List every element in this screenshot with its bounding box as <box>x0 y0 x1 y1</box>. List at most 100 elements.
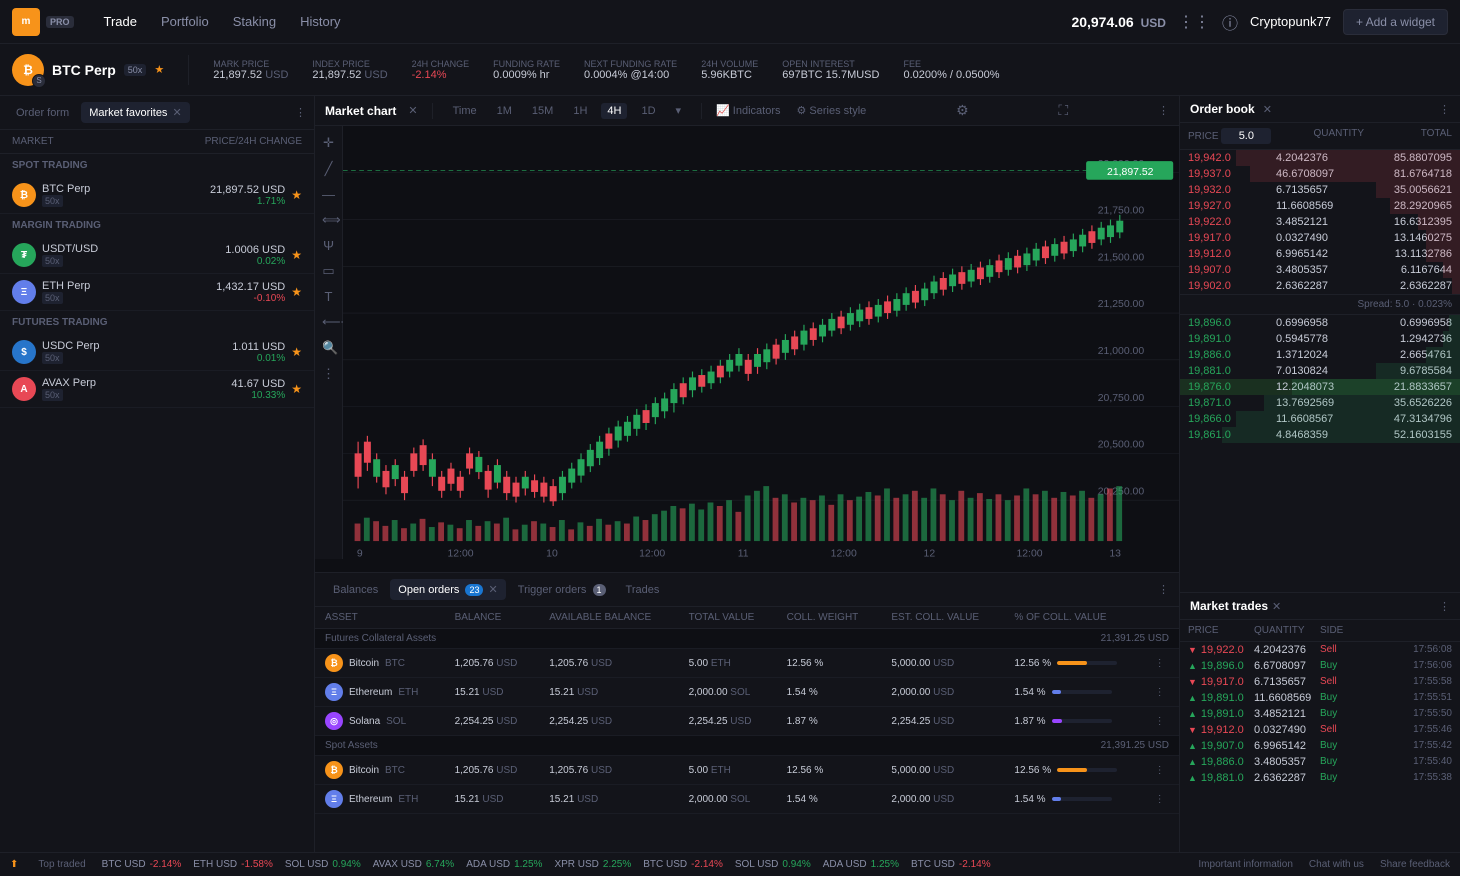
tab-open-orders[interactable]: Open orders 23 ✕ <box>390 579 506 600</box>
grid-icon[interactable]: ⋮⋮ <box>1178 12 1210 32</box>
market-trade-row[interactable]: ▲ 19,891.0 3.4852121 Buy 17:55:50 <box>1180 706 1460 722</box>
buy-order-row[interactable]: 19,896.0 0.6996958 0.6996958 <box>1180 315 1460 331</box>
star-icon[interactable]: ★ <box>291 382 302 396</box>
nav-staking[interactable]: Staking <box>223 10 286 33</box>
tab-market-favorites[interactable]: Market favorites ✕ <box>81 102 190 123</box>
chat-link[interactable]: Chat with us <box>1309 859 1364 870</box>
add-widget-button[interactable]: + Add a widget <box>1343 9 1448 35</box>
market-trade-row[interactable]: ▲ 19,881.0 2.6362287 Buy 17:55:38 <box>1180 770 1460 786</box>
zoom-tool[interactable]: 🔍 <box>319 337 338 359</box>
ticker-item[interactable]: XPR USD2.25% <box>554 859 631 870</box>
star-icon[interactable]: ★ <box>291 248 302 262</box>
time-btn-dropdown[interactable]: ▾ <box>670 102 688 119</box>
row-menu-cell[interactable]: ⋮ <box>1145 649 1179 678</box>
market-trade-row[interactable]: ▲ 19,896.0 6.6708097 Buy 17:56:06 <box>1180 658 1460 674</box>
time-btn-1m[interactable]: 1M <box>491 103 518 119</box>
sell-order-row[interactable]: 19,932.0 6.7135657 35.0056621 <box>1180 182 1460 198</box>
market-trades-close-icon[interactable]: ✕ <box>1272 600 1281 613</box>
ticker-item[interactable]: ADA USD1.25% <box>466 859 542 870</box>
logo[interactable]: m PRO <box>12 8 74 36</box>
list-item[interactable]: $ USDC Perp 50x 1.011 USD 0.01% ★ <box>0 334 314 371</box>
sell-order-row[interactable]: 19,912.0 6.9965142 13.1132786 <box>1180 246 1460 262</box>
rect-tool[interactable]: ▭ <box>319 260 338 282</box>
ticker-item[interactable]: ETH USD-1.58% <box>193 859 273 870</box>
chart-close-icon[interactable]: ✕ <box>408 104 417 117</box>
market-trade-row[interactable]: ▲ 19,891.0 11.6608569 Buy 17:55:51 <box>1180 690 1460 706</box>
ticker-item[interactable]: ADA USD1.25% <box>823 859 899 870</box>
tab-order-form[interactable]: Order form <box>8 103 77 123</box>
market-trades-menu-icon[interactable]: ⋮ <box>1439 600 1450 613</box>
table-row[interactable]: Ξ Ethereum ETH 15.21 USD 15.21 USD 2,000… <box>315 785 1179 814</box>
time-btn-4h[interactable]: 4H <box>601 103 627 119</box>
orderbook-close-icon[interactable]: ✕ <box>1263 103 1272 116</box>
ticker-item[interactable]: AVAX USD6.74% <box>373 859 454 870</box>
table-row[interactable]: ₿ Bitcoin BTC 1,205.76 USD 1,205.76 USD … <box>315 756 1179 785</box>
star-icon[interactable]: ★ <box>291 285 302 299</box>
market-trade-row[interactable]: ▼ 19,922.0 4.2042376 Sell 17:56:08 <box>1180 642 1460 658</box>
buy-order-row[interactable]: 19,861.0 4.8468359 52.1603155 <box>1180 427 1460 443</box>
buy-order-row[interactable]: 19,866.0 11.6608567 47.3134796 <box>1180 411 1460 427</box>
star-icon[interactable]: ★ <box>291 188 302 202</box>
chart-settings-icon[interactable]: ⚙ <box>956 102 969 119</box>
time-btn-1h[interactable]: 1H <box>567 103 593 119</box>
time-btn-1d[interactable]: 1D <box>635 103 661 119</box>
sell-order-row[interactable]: 19,922.0 3.4852121 16.6312395 <box>1180 214 1460 230</box>
fib-tool[interactable]: Ψ <box>319 235 338 256</box>
cursor-tool[interactable]: ✛ <box>319 132 338 154</box>
table-row[interactable]: ◎ Solana SOL 2,254.25 USD 2,254.25 USD 2… <box>315 707 1179 736</box>
sell-order-row[interactable]: 19,917.0 0.0327490 13.1460275 <box>1180 230 1460 246</box>
table-row[interactable]: ₿ Bitcoin BTC 1,205.76 USD 1,205.76 USD … <box>315 649 1179 678</box>
help-icon[interactable]: ⓘ <box>1222 10 1238 34</box>
buy-order-row[interactable]: 19,891.0 0.5945778 1.2942736 <box>1180 331 1460 347</box>
ticker-item[interactable]: BTC USD-2.14% <box>911 859 991 870</box>
list-item[interactable]: ₮ USDT/USD 50x 1.0006 USD 0.02% ★ <box>0 237 314 274</box>
chart-options-icon[interactable]: ⋮ <box>1158 104 1169 117</box>
nav-portfolio[interactable]: Portfolio <box>151 10 219 33</box>
more-tools[interactable]: ⋮ <box>319 363 338 385</box>
line-tool[interactable]: ╱ <box>319 158 338 180</box>
ticker-item[interactable]: SOL USD0.94% <box>735 859 811 870</box>
tab-close-icon[interactable]: ✕ <box>489 584 498 596</box>
chart-expand-icon[interactable]: ⛶ <box>1058 102 1068 119</box>
market-trade-row[interactable]: ▲ 19,886.0 3.4805357 Buy 17:55:40 <box>1180 754 1460 770</box>
tab-balances[interactable]: Balances <box>325 580 386 600</box>
market-trade-row[interactable]: ▲ 19,907.0 6.9965142 Buy 17:55:42 <box>1180 738 1460 754</box>
indicators-button[interactable]: 📈 Indicators <box>716 104 780 117</box>
market-trade-row[interactable]: ▼ 19,917.0 6.7135657 Sell 17:55:58 <box>1180 674 1460 690</box>
tab-trigger-orders[interactable]: Trigger orders 1 <box>510 580 614 600</box>
row-menu-cell[interactable]: ⋮ <box>1145 785 1179 814</box>
buy-order-row[interactable]: 19,881.0 7.0130824 9.6785584 <box>1180 363 1460 379</box>
ticker-item[interactable]: SOL USD0.94% <box>285 859 361 870</box>
star-icon[interactable]: ★ <box>154 63 164 76</box>
row-menu-cell[interactable]: ⋮ <box>1145 678 1179 707</box>
share-feedback-link[interactable]: Share feedback <box>1380 859 1450 870</box>
bottom-panel-menu-icon[interactable]: ⋮ <box>1158 583 1169 596</box>
chart-canvas[interactable]: 22,000.00 21,750.00 21,500.00 21,250.00 … <box>343 126 1179 559</box>
measure-tool[interactable]: ⟵⟶ <box>319 311 338 333</box>
sell-order-row[interactable]: 19,937.0 46.6708097 81.6764718 <box>1180 166 1460 182</box>
channel-tool[interactable]: ⟺ <box>319 209 338 231</box>
orderbook-menu-icon[interactable]: ⋮ <box>1439 103 1450 116</box>
sell-order-row[interactable]: 19,927.0 11.6608569 28.2920965 <box>1180 198 1460 214</box>
text-tool[interactable]: T <box>319 286 338 307</box>
tab-close-icon[interactable]: ✕ <box>173 107 182 119</box>
ticker-item[interactable]: BTC USD-2.14% <box>102 859 182 870</box>
sell-order-row[interactable]: 19,907.0 3.4805357 6.1167644 <box>1180 262 1460 278</box>
time-btn-15m[interactable]: 15M <box>526 103 559 119</box>
market-trade-row[interactable]: ▼ 19,912.0 0.0327490 Sell 17:55:46 <box>1180 722 1460 738</box>
buy-order-row[interactable]: 19,871.0 13.7692569 35.6526226 <box>1180 395 1460 411</box>
price-filter-input[interactable] <box>1221 128 1271 144</box>
list-item[interactable]: ₿ BTC Perp 50x 21,897.52 USD 1.71% ★ <box>0 177 314 214</box>
list-item[interactable]: A AVAX Perp 50x 41.67 USD 10.33% ★ <box>0 371 314 408</box>
series-style-button[interactable]: ⚙ Series style <box>797 104 867 117</box>
table-row[interactable]: Ξ Ethereum ETH 15.21 USD 15.21 USD 2,000… <box>315 678 1179 707</box>
nav-trade[interactable]: Trade <box>94 10 147 33</box>
buy-order-row[interactable]: 19,886.0 1.3712024 2.6654761 <box>1180 347 1460 363</box>
star-icon[interactable]: ★ <box>291 345 302 359</box>
important-info-link[interactable]: Important information <box>1198 859 1293 870</box>
tab-trades[interactable]: Trades <box>618 580 668 600</box>
buy-order-row[interactable]: 19,876.0 12.2048073 21.8833657 <box>1180 379 1460 395</box>
horizontal-tool[interactable]: — <box>319 184 338 205</box>
list-item[interactable]: Ξ ETH Perp 50x 1,432.17 USD -0.10% ★ <box>0 274 314 311</box>
panel-menu-icon[interactable]: ⋮ <box>295 106 306 119</box>
